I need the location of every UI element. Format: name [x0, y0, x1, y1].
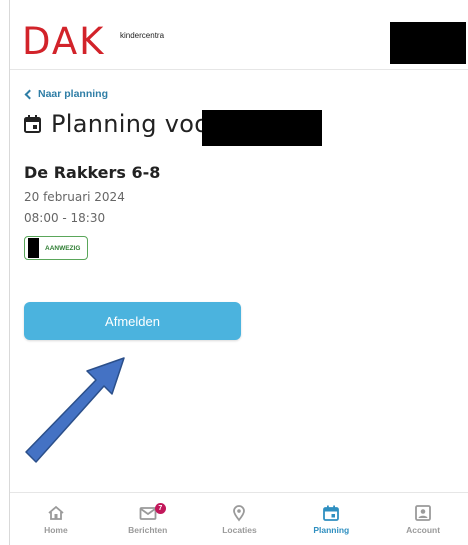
mail-icon — [139, 506, 157, 520]
home-icon — [48, 505, 64, 520]
app-header: DAK kindercentra — [10, 0, 468, 70]
page-title: Planning voor — [51, 110, 220, 138]
booking-time: 08:00 - 18:30 — [24, 211, 106, 225]
nav-item-berichten[interactable]: 7 Berichten — [102, 493, 194, 545]
annotation-arrow-icon — [25, 357, 125, 463]
account-icon — [415, 504, 431, 521]
nav-item-planning[interactable]: Planning — [285, 493, 377, 545]
nav-label: Account — [406, 524, 441, 535]
redacted-block — [28, 238, 39, 258]
location-pin-icon — [233, 504, 246, 521]
redacted-block — [390, 22, 466, 64]
afmelden-button[interactable]: Afmelden — [24, 302, 241, 340]
logo-subtitle: kindercentra — [120, 31, 165, 40]
dak-logo: DAK — [22, 20, 106, 63]
group-name: De Rakkers 6-8 — [24, 163, 161, 182]
status-badge: AANWEZIG — [24, 236, 88, 260]
notification-badge: 7 — [154, 503, 166, 514]
nav-item-home[interactable]: Home — [10, 493, 102, 545]
chevron-left-icon — [24, 89, 35, 99]
calendar-icon — [24, 115, 41, 133]
nav-label: Locaties — [222, 524, 257, 535]
redacted-block — [202, 110, 322, 146]
nav-label: Planning — [313, 524, 350, 535]
calendar-icon — [323, 505, 340, 521]
back-link-label: Naar planning — [38, 88, 109, 100]
bottom-nav: Home 7 Berichten Locaties Planning Accou… — [10, 492, 468, 545]
booking-date: 20 februari 2024 — [24, 190, 125, 204]
nav-item-locaties[interactable]: Locaties — [194, 493, 286, 545]
app-frame: DAK kindercentra Naar planning Planning … — [9, 0, 468, 545]
back-link[interactable]: Naar planning — [24, 88, 108, 100]
nav-label: Home — [44, 524, 68, 535]
nav-item-account[interactable]: Account — [377, 493, 468, 545]
page-title-row: Planning voor — [24, 110, 219, 138]
status-badge-label: AANWEZIG — [45, 244, 81, 252]
nav-label: Berichten — [128, 524, 168, 535]
